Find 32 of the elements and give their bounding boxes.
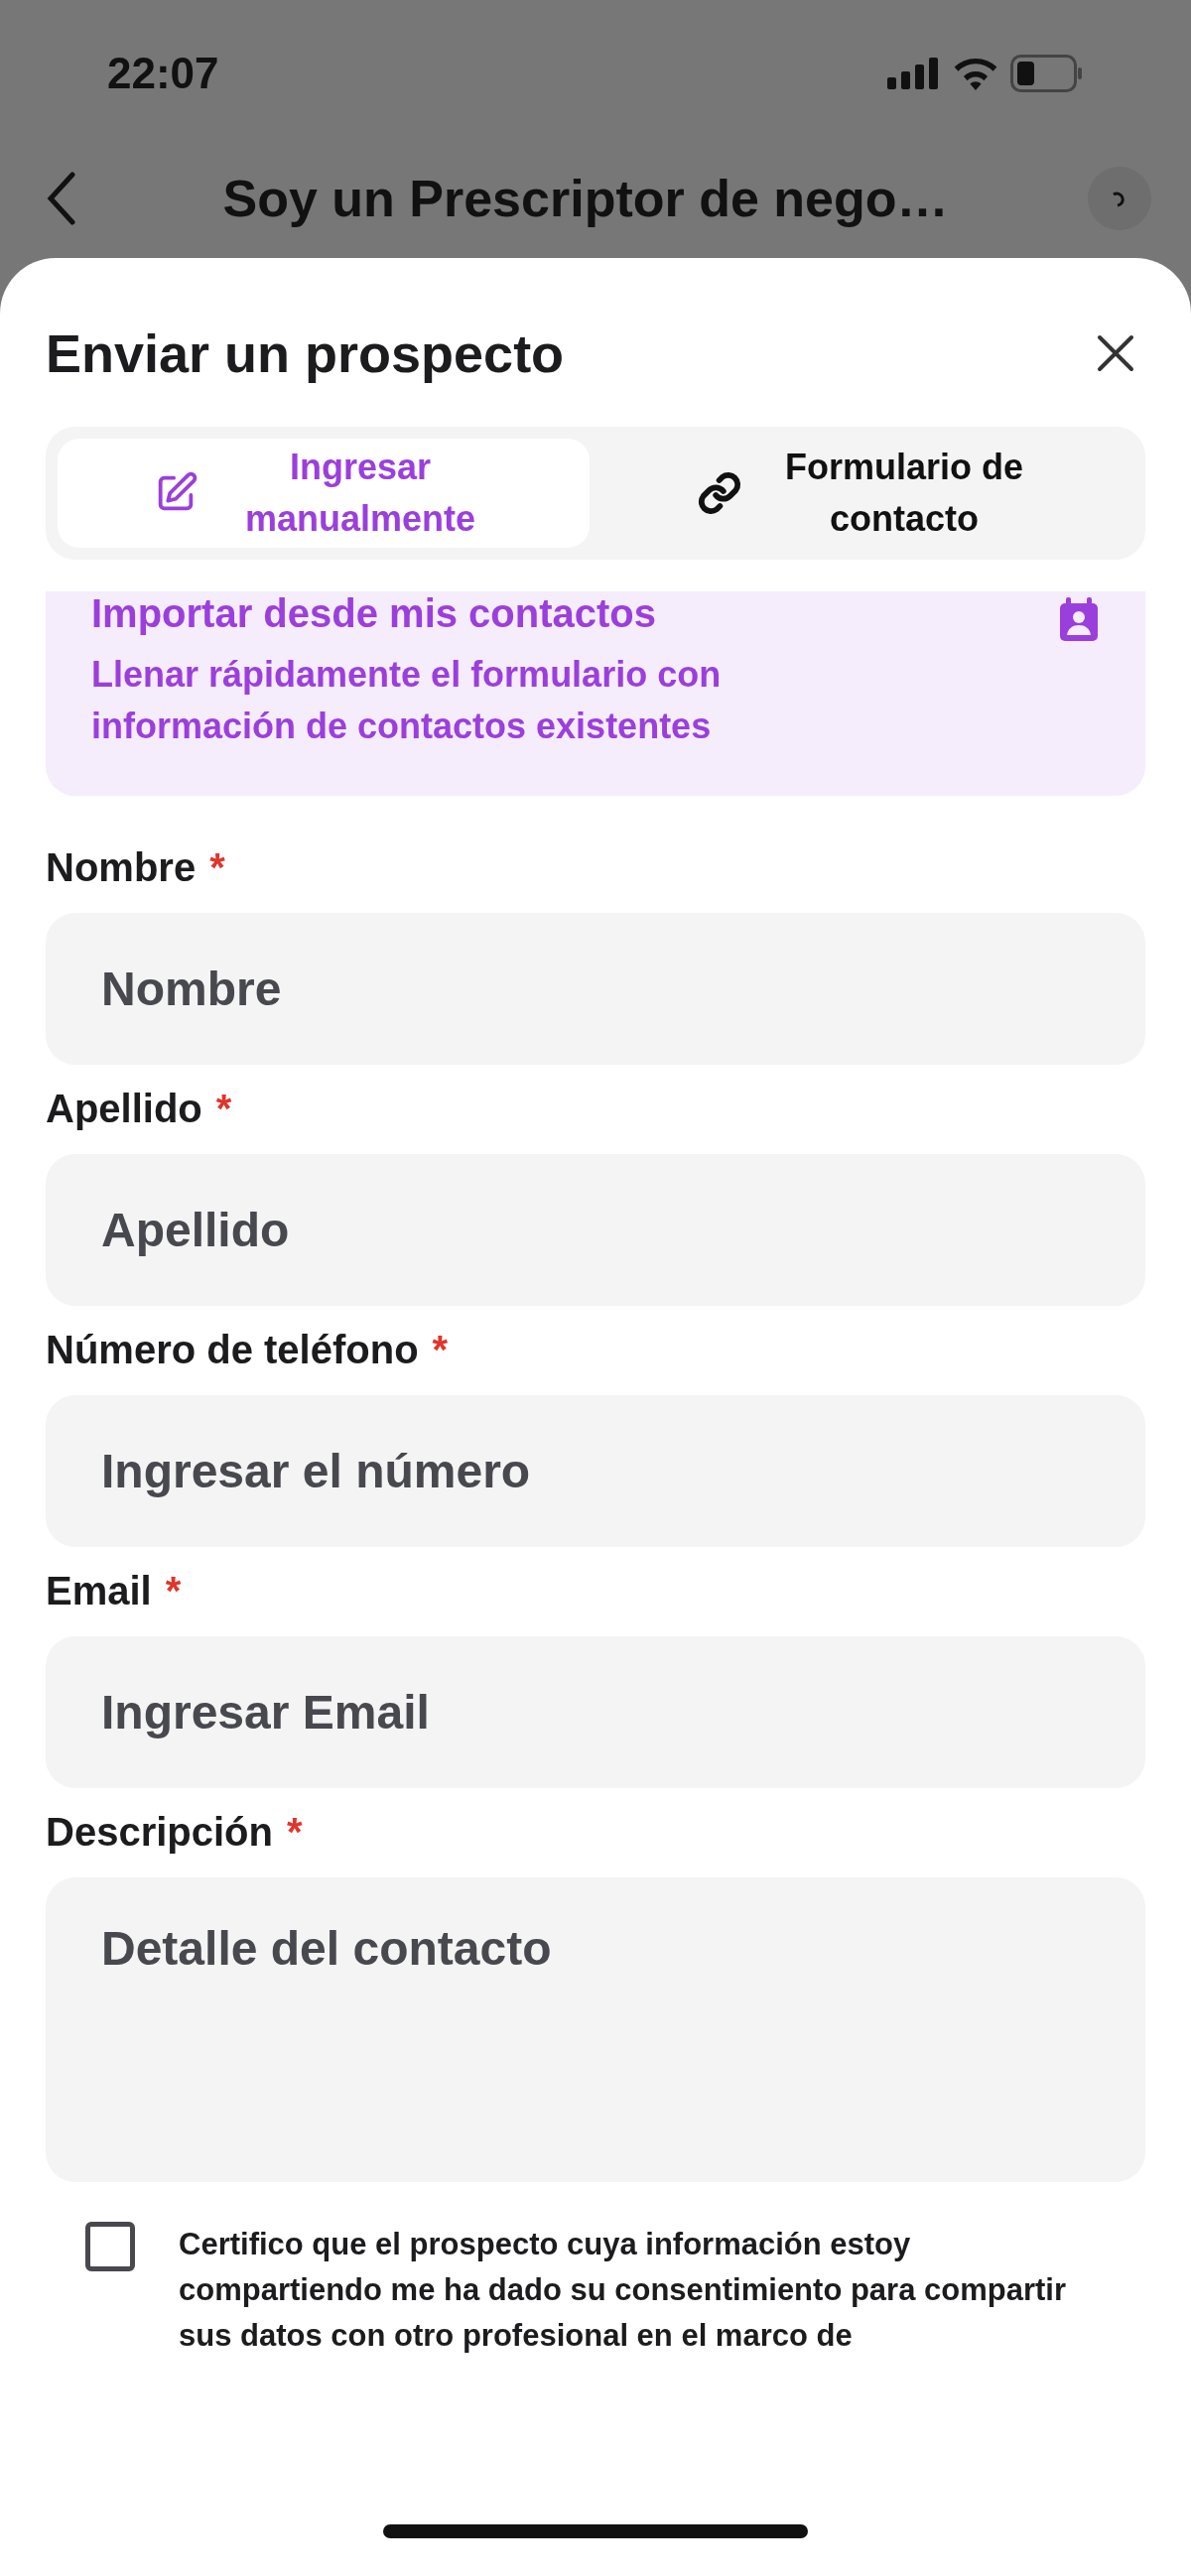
required-mark: *: [215, 1086, 232, 1132]
link-icon: [697, 470, 742, 516]
tab[interactable]: Formulario de contacto: [601, 439, 1133, 548]
field-label: Email: [46, 1568, 152, 1614]
close-icon: [1096, 333, 1135, 373]
field-label: Descripción: [46, 1809, 273, 1856]
status-time: 22:07: [107, 48, 219, 99]
required-mark: *: [286, 1809, 303, 1856]
field-label: Apellido: [46, 1086, 202, 1132]
signal-icon: [887, 58, 941, 89]
text-area[interactable]: Detalle del contacto: [46, 1877, 1145, 2182]
contact-book-icon: [1058, 597, 1100, 641]
consent-text: Certifico que el prospecto cuya información estoy compartiendo me ha dado su consentimiento para compartir sus datos con otro profesional en el marco de: [179, 2226, 1067, 2355]
back-icon: [47, 172, 76, 225]
import-card[interactable]: Importar desde mis contactos Llenar rápidamente el formulario con información de contactos existentes: [46, 591, 1145, 796]
sheet-title: Enviar un prospecto: [46, 322, 565, 385]
input-field[interactable]: Apellido: [46, 1154, 1145, 1306]
wifi-icon: [953, 57, 998, 90]
page-title: Soy un Prescriptor de nego…: [221, 169, 950, 229]
import-description: Llenar rápidamente el formulario con información de contactos existentes: [91, 653, 723, 748]
checkbox[interactable]: [85, 2222, 135, 2271]
import-title: Importar desde mis contactos: [91, 591, 658, 635]
tab[interactable]: Ingresar manualmente: [58, 439, 590, 548]
input-field[interactable]: Ingresar el número: [46, 1395, 1145, 1547]
field-label: Número de teléfono: [46, 1327, 419, 1373]
battery-icon: [1010, 55, 1084, 92]
field-label: Nombre: [46, 844, 197, 891]
input-field[interactable]: Ingresar Email: [46, 1636, 1145, 1788]
required-mark: *: [165, 1568, 182, 1614]
required-mark: *: [432, 1327, 449, 1373]
required-mark: *: [209, 844, 225, 891]
input-field[interactable]: Nombre: [46, 913, 1145, 1065]
